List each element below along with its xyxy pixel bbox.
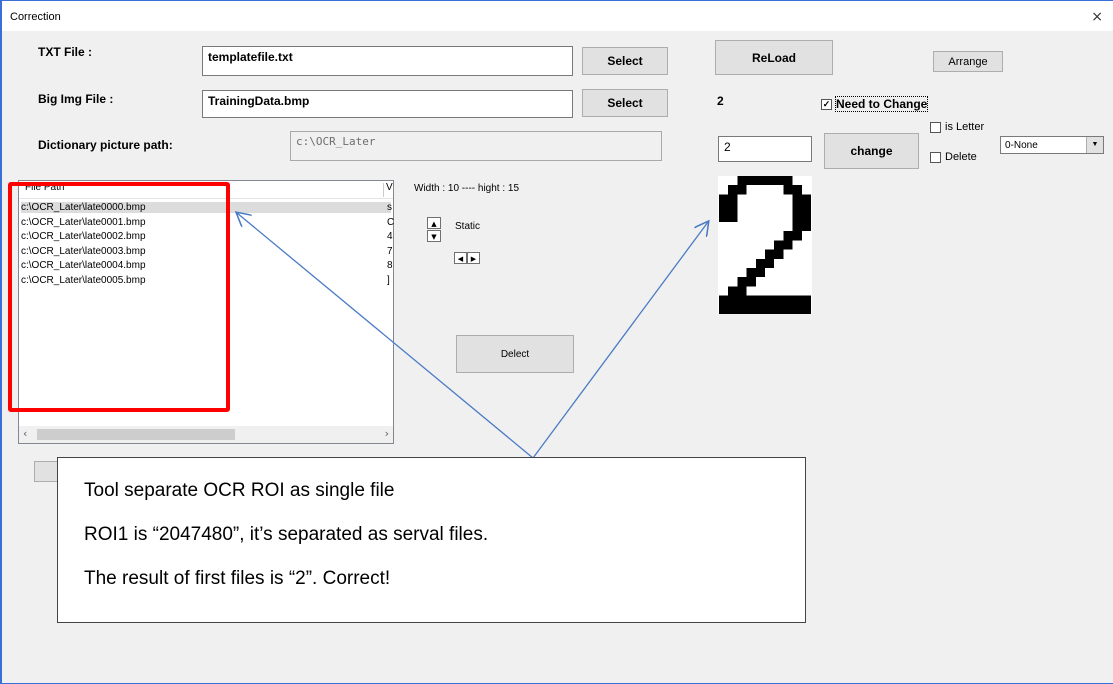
arrow-to-list: [237, 213, 534, 459]
callout-line-1: Tool separate OCR ROI as single file: [84, 480, 395, 501]
annotation-callout: Tool separate OCR ROI as single file ROI…: [57, 457, 806, 623]
callout-line-2: ROI1 is “2047480”, it’s separated as ser…: [84, 524, 489, 545]
arrow-to-preview: [532, 222, 708, 459]
callout-line-3: The result of first files is “2”. Correc…: [84, 568, 391, 589]
